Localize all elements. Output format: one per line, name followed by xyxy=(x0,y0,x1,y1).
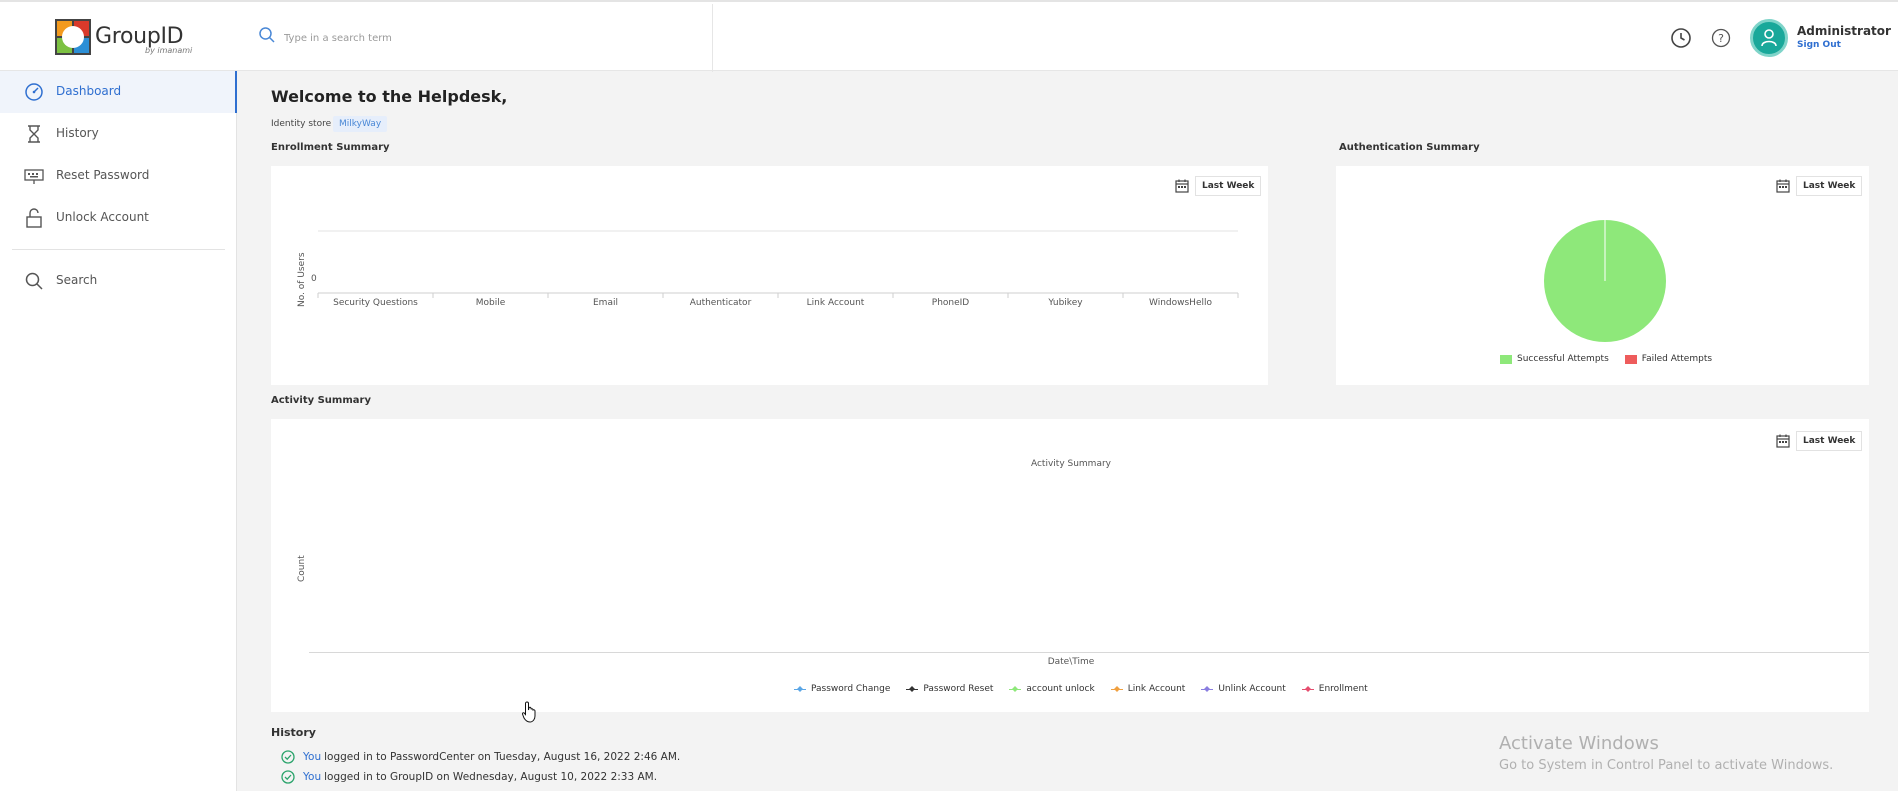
brand-byline: by imanami xyxy=(145,46,193,55)
enrollment-x-tick-label: Security Questions xyxy=(333,298,418,308)
legend-marker xyxy=(1110,685,1123,694)
enrollment-bar-chart: Security Questions Mobile Email Authenticat… xyxy=(317,230,1239,308)
legend-item-account-unlock[interactable]: account unlock xyxy=(1009,684,1095,694)
legend-label: Unlink Account xyxy=(1218,684,1286,694)
legend-marker xyxy=(906,685,919,694)
enrollment-x-tick-label: Email xyxy=(593,298,618,308)
legend-marker xyxy=(1301,685,1314,694)
calendar-icon xyxy=(1776,434,1790,448)
activity-range-button[interactable]: Last Week xyxy=(1776,431,1863,451)
enrollment-x-tick-label: PhoneID xyxy=(932,298,970,308)
activity-x-axis xyxy=(309,652,1869,653)
sidebar-item-reset-password[interactable]: Reset Password xyxy=(0,155,237,197)
legend-label: Enrollment xyxy=(1318,684,1368,694)
authentication-pie-chart xyxy=(1544,220,1666,342)
enrollment-x-tick-label: Authenticator xyxy=(690,298,752,308)
history-text: logged in to PasswordCenter on Tuesday, … xyxy=(324,751,681,763)
sidebar-item-label: History xyxy=(56,126,99,140)
legend-label: Failed Attempts xyxy=(1641,354,1713,364)
history-entry: You logged in to GroupID on Wednesday, A… xyxy=(281,770,657,784)
history-entry: You logged in to PasswordCenter on Tuesd… xyxy=(281,750,680,764)
sidebar-item-label: Reset Password xyxy=(56,168,150,182)
search-divider xyxy=(712,4,713,72)
legend-marker xyxy=(794,685,806,694)
sidebar-item-dashboard[interactable]: Dashboard xyxy=(0,71,237,113)
user-icon xyxy=(1761,29,1777,47)
check-circle-icon xyxy=(281,770,295,784)
sidebar: Dashboard History Reset Password Unlock … xyxy=(0,71,237,791)
history-actor-link[interactable]: You xyxy=(303,751,321,763)
legend-label: Password Reset xyxy=(923,684,994,694)
windows-activation-watermark: Activate Windows Go to System in Control… xyxy=(1499,733,1833,773)
enrollment-x-tick-label: Yubikey xyxy=(1047,298,1083,308)
avatar[interactable] xyxy=(1750,19,1788,57)
activity-x-axis-label: Date\Time xyxy=(1047,657,1095,667)
keyboard-icon xyxy=(24,169,44,184)
legend-item-password-reset[interactable]: Password Reset xyxy=(906,684,993,694)
legend-swatch xyxy=(1624,354,1637,364)
activity-range-label: Last Week xyxy=(1796,431,1863,451)
search-input[interactable] xyxy=(284,27,684,49)
brand[interactable]: GroupID by imanami xyxy=(55,19,205,59)
enrollment-summary-title: Enrollment Summary xyxy=(271,142,390,153)
activity-summary-title: Activity Summary xyxy=(271,395,371,406)
hand-cursor-icon xyxy=(522,701,536,723)
top-bar: GroupID by imanami ? Administrator Sign … xyxy=(0,0,1898,72)
sidebar-divider xyxy=(12,249,225,250)
legend-label: Successful Attempts xyxy=(1517,354,1609,364)
user-name: Administrator xyxy=(1797,24,1891,38)
unlock-icon xyxy=(26,208,42,228)
identity-store-badge: MilkyWay xyxy=(333,116,388,132)
legend-item-link-account[interactable]: Link Account xyxy=(1110,684,1186,694)
sidebar-item-search[interactable]: Search xyxy=(0,260,237,302)
legend-label: Password Change xyxy=(811,684,891,694)
authentication-summary-card: Last Week Successful Attempts Failed Att… xyxy=(1336,166,1869,385)
sidebar-item-unlock-account[interactable]: Unlock Account xyxy=(0,197,237,239)
sidebar-item-label: Unlock Account xyxy=(56,210,149,224)
history-text: logged in to GroupID on Wednesday, Augus… xyxy=(324,771,658,783)
legend-item-password-change[interactable]: Password Change xyxy=(794,684,890,694)
svg-text:?: ? xyxy=(1718,32,1724,45)
search-icon xyxy=(259,27,275,43)
activity-legend: Password Change Password Reset account u… xyxy=(794,684,1384,694)
legend-marker xyxy=(1201,685,1214,694)
legend-item-successful[interactable]: Successful Attempts xyxy=(1500,354,1609,364)
search-icon xyxy=(25,272,43,290)
clock-icon[interactable] xyxy=(1669,26,1693,50)
sidebar-item-label: Dashboard xyxy=(56,84,122,98)
check-circle-icon xyxy=(281,750,295,764)
legend-item-failed[interactable]: Failed Attempts xyxy=(1624,354,1713,364)
legend-marker xyxy=(1009,685,1022,694)
watermark-line-1: Activate Windows xyxy=(1499,733,1659,754)
activity-chart-title: Activity Summary xyxy=(1030,459,1111,469)
activity-y-axis-label: Count xyxy=(297,555,307,582)
legend-label: Link Account xyxy=(1127,684,1186,694)
legend-label: account unlock xyxy=(1026,684,1095,694)
sidebar-item-history[interactable]: History xyxy=(0,113,237,155)
sidebar-item-label: Search xyxy=(56,273,98,287)
authentication-summary-title: Authentication Summary xyxy=(1339,142,1480,153)
hourglass-icon xyxy=(28,125,40,143)
identity-store-label: Identity store xyxy=(271,119,332,129)
legend-item-unlink-account[interactable]: Unlink Account xyxy=(1201,684,1286,694)
help-icon[interactable]: ? xyxy=(1709,26,1733,50)
enrollment-x-tick-label: Link Account xyxy=(807,298,865,308)
groupid-logo-icon xyxy=(55,19,91,55)
enrollment-summary-card: Last Week No. of Users 0 Security Questi… xyxy=(271,166,1268,385)
history-actor-link[interactable]: You xyxy=(303,771,321,783)
history-title: History xyxy=(271,726,316,739)
watermark-line-2: Go to System in Control Panel to activat… xyxy=(1499,758,1834,773)
page-title: Welcome to the Helpdesk, xyxy=(271,87,508,106)
dashboard-icon xyxy=(25,83,43,101)
legend-swatch xyxy=(1500,354,1512,364)
sign-out-link[interactable]: Sign Out xyxy=(1797,40,1841,50)
global-search xyxy=(256,24,711,52)
legend-item-enrollment[interactable]: Enrollment xyxy=(1301,684,1368,694)
enrollment-x-tick-label: Mobile xyxy=(476,298,506,308)
activity-summary-card: Last Week Activity Summary Count Date\Ti… xyxy=(271,419,1869,712)
authentication-legend: Successful Attempts Failed Attempts xyxy=(1500,354,1728,364)
enrollment-x-tick-label: WindowsHello xyxy=(1149,298,1212,308)
